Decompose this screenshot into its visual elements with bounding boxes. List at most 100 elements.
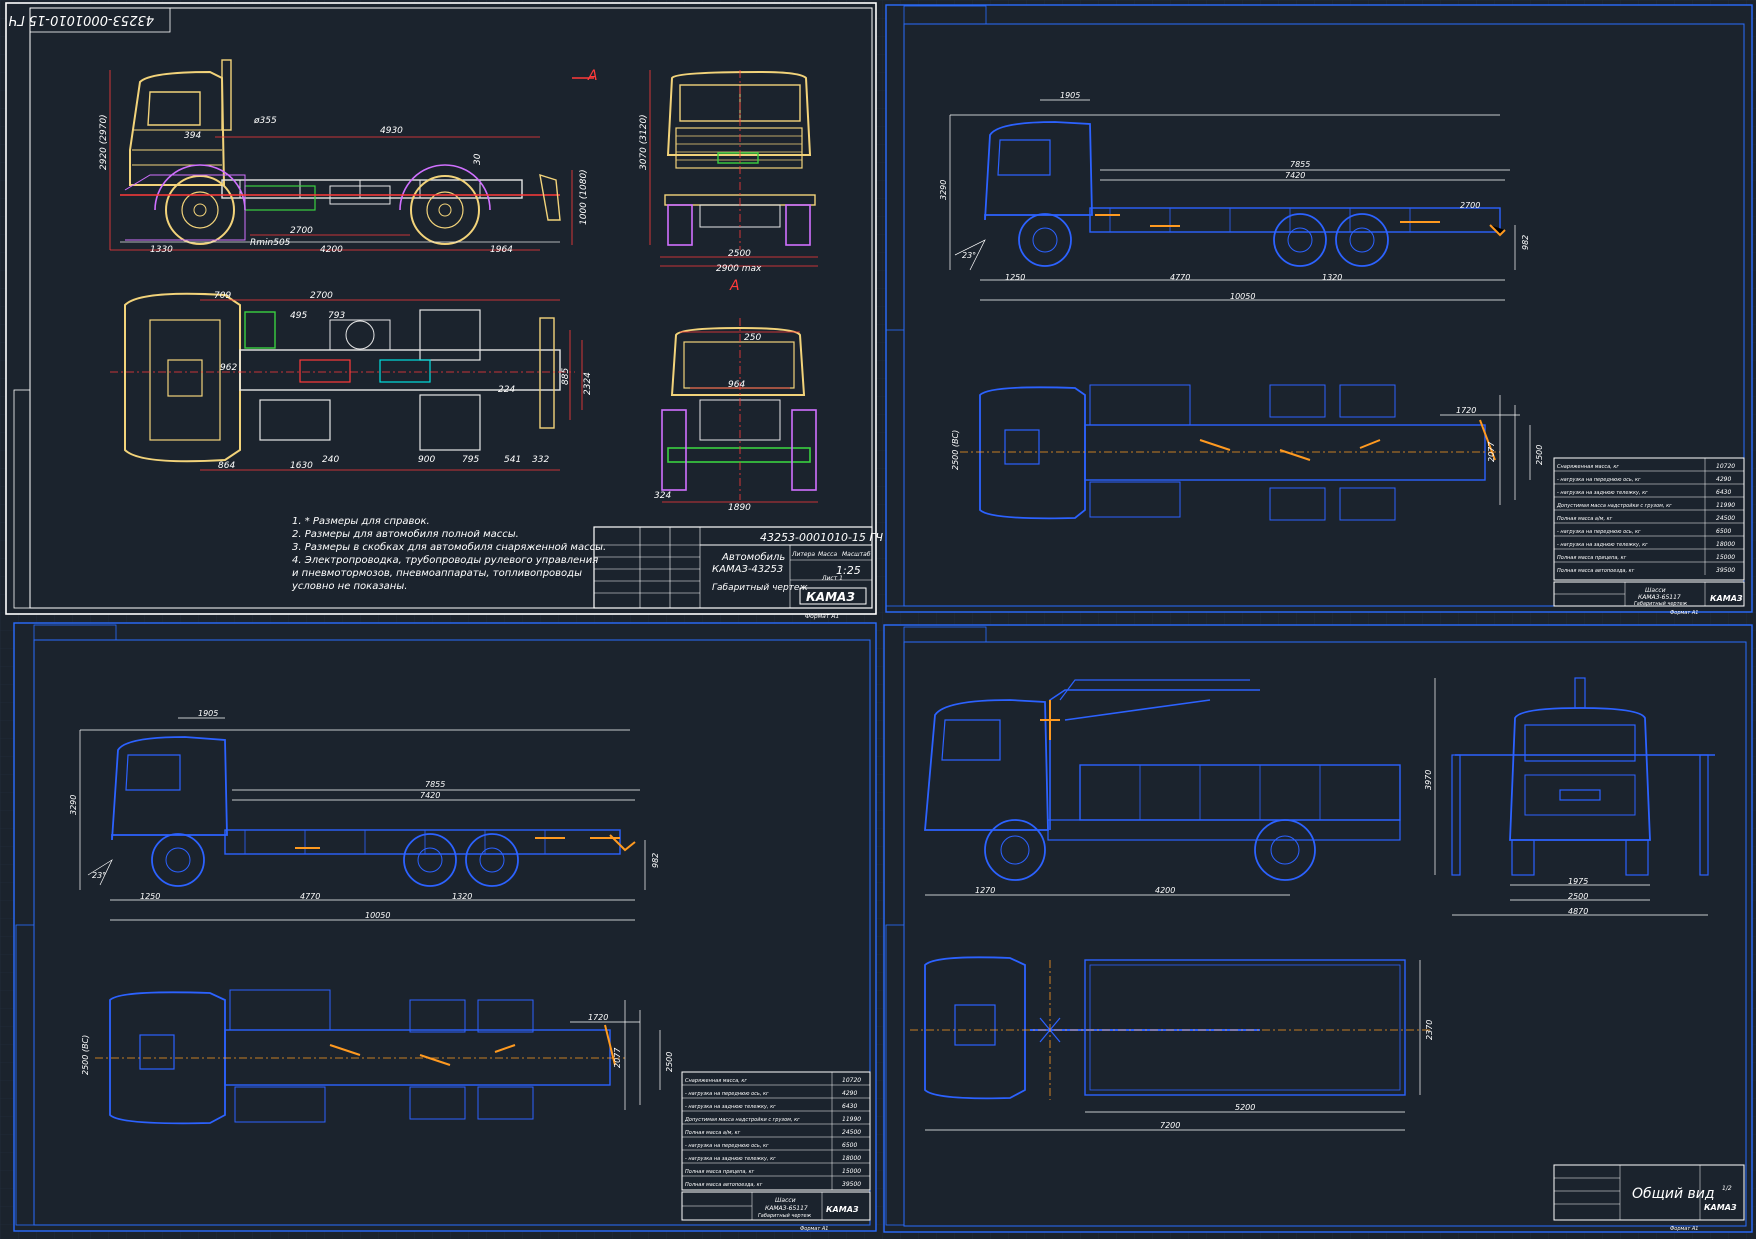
dim-394: 394 — [184, 131, 201, 141]
s2-spec-val-3: 11990 — [1716, 502, 1735, 509]
title-block-sheet: Лист 1 — [821, 575, 843, 582]
s2-spec-val-8: 39500 — [1716, 567, 1735, 574]
s2-dim-1250: 1250 — [1005, 273, 1025, 282]
s2-spec-val-6: 18000 — [1716, 541, 1735, 548]
s3-spec-val-7: 15000 — [842, 1168, 861, 1175]
dim-30: 30 — [473, 153, 483, 165]
s2-dim-4770: 4770 — [1170, 273, 1190, 282]
sheet-1[interactable]: 43253-0001010-15 ГЧ 1330 4200 1964 4930 … — [5, 2, 884, 620]
dim-709: 709 — [214, 291, 231, 301]
s2-tb-name: Шасси — [1645, 587, 1666, 594]
dim-250: 250 — [744, 333, 761, 343]
s2-spec-row-7: Полная масса прицепа, кг — [1557, 555, 1627, 561]
sheet-3-border — [13, 622, 877, 1232]
dim-793: 793 — [328, 311, 345, 321]
s3-spec-row-0: Снаряженная масса, кг — [685, 1078, 747, 1084]
note-4: 4. Электропроводка, трубопроводы рулевог… — [292, 554, 598, 566]
s4-tb-name: Общий вид — [1632, 1186, 1715, 1202]
s4-dim-4870: 4870 — [1568, 907, 1588, 916]
s3-spec-row-5: - нагрузка на переднюю ось, кг — [685, 1143, 769, 1149]
s4-tb-sheet-no: 1/2 — [1722, 1185, 1732, 1192]
sheet-4-border — [883, 624, 1753, 1233]
dim-1000: 1000 (1080) — [579, 169, 589, 225]
dim-2920: 2920 (2970) — [99, 114, 109, 170]
s4-dim-7200: 7200 — [1160, 1121, 1180, 1130]
sheet-2[interactable]: 1905 3290 7855 7420 1250 4770 1320 10050… — [885, 4, 1753, 616]
s2-dim-2077: 2077 — [1487, 441, 1496, 462]
s3-kamaz-logo: КАМАЗ — [826, 1205, 859, 1214]
s2-spec-val-4: 24500 — [1716, 515, 1735, 522]
s2-spec-val-0: 10720 — [1716, 463, 1735, 470]
sheet-3[interactable]: 1905 3290 7855 7420 1250 4770 1320 10050… — [13, 622, 877, 1232]
title-block-col-mass: Масса — [818, 551, 837, 558]
dim-4200: 4200 — [320, 245, 343, 255]
s3-dim-4770: 4770 — [300, 892, 320, 901]
dim-d355: ø355 — [253, 116, 277, 126]
s3-dim-1905: 1905 — [198, 709, 218, 718]
title-block-name-3: Габаритный чертеж — [712, 583, 808, 593]
s2-spec-row-1: - нагрузка на переднюю ось, кг — [1557, 477, 1641, 483]
s2-dim-10050: 10050 — [1230, 292, 1255, 301]
dim-224: 224 — [498, 385, 515, 395]
s2-dim-1720: 1720 — [1456, 406, 1476, 415]
s2-dim-2500: 2500 — [1535, 445, 1544, 465]
dim-2324: 2324 — [583, 372, 593, 395]
s3-dim-10050: 10050 — [365, 911, 390, 920]
note-6: условно не показаны. — [291, 581, 407, 592]
s4-dim-3970: 3970 — [1424, 770, 1433, 790]
s4-dim-1270: 1270 — [975, 886, 995, 895]
s2-kamaz-logo: КАМАЗ — [1710, 594, 1743, 603]
s2-spec-row-0: Снаряженная масса, кг — [1557, 464, 1619, 470]
s3-dim-2077: 2077 — [613, 1047, 622, 1068]
section-mark-top: А — [587, 68, 598, 84]
s3-spec-val-0: 10720 — [842, 1077, 861, 1084]
s2-tb-desc: Габаритный чертеж — [1634, 601, 1688, 607]
s2-spec-val-5: 6500 — [1716, 528, 1731, 535]
dim-332: 332 — [532, 455, 549, 465]
note-3: 3. Размеры в скобках для автомобиля снар… — [292, 541, 606, 553]
s2-spec-row-3: Допустимая масса надстройки с грузом, кг — [1556, 503, 1672, 509]
dim-rmin505: Rmin505 — [250, 238, 291, 248]
dim-885: 885 — [561, 368, 571, 385]
note-1: 1. * Размеры для справок. — [292, 516, 430, 527]
s3-spec-val-2: 6430 — [842, 1103, 857, 1110]
s2-dim-23deg: 23° — [962, 251, 976, 260]
s2-tb-subname: КАМАЗ-65117 — [1638, 594, 1681, 601]
s4-dim-4200: 4200 — [1155, 886, 1175, 895]
s3-spec-val-5: 6500 — [842, 1142, 857, 1149]
dim-2700-top: 2700 — [310, 291, 333, 301]
s2-dim-2500vs: 2500 (ВС) — [951, 430, 960, 470]
s3-dim-23deg: 23° — [92, 871, 106, 880]
s2-spec-row-5: - нагрузка на переднюю ось, кг — [1557, 529, 1641, 535]
dim-962: 962 — [220, 363, 237, 373]
sheet-4[interactable]: 1270 4200 3970 1975 2500 4870 5200 7200 … — [883, 624, 1753, 1233]
dim-541: 541 — [504, 455, 521, 465]
dim-900: 900 — [418, 455, 435, 465]
s2-dim-1905: 1905 — [1060, 91, 1080, 100]
sheet-1-top-stamp-text: 43253-0001010-15 ГЧ — [8, 12, 154, 27]
s4-kamaz-logo: КАМАЗ — [1704, 1203, 1737, 1212]
s2-spec-val-2: 6430 — [1716, 489, 1731, 496]
dim-2500: 2500 — [728, 249, 751, 259]
dim-1890: 1890 — [728, 503, 751, 513]
dim-240: 240 — [322, 455, 339, 465]
dim-2700: 2700 — [290, 226, 313, 236]
s2-dim-7855: 7855 — [1290, 160, 1310, 169]
section-mark-bottom: А — [729, 278, 740, 294]
cad-drawing-canvas: 43253-0001010-15 ГЧ 1330 4200 1964 4930 … — [0, 0, 1756, 1239]
s3-spec-row-1: - нагрузка на переднюю ось, кг — [685, 1091, 769, 1097]
s3-spec-row-6: - нагрузка на заднюю тележку, кг — [685, 1156, 776, 1162]
kamaz-logo: КАМАЗ — [806, 590, 855, 604]
s4-dim-1975: 1975 — [1568, 877, 1588, 886]
note-5: и пневмотормозов, пневмоаппараты, топлив… — [292, 568, 582, 579]
title-block-col-scale: Масштаб — [842, 551, 871, 558]
s3-dim-1250: 1250 — [140, 892, 160, 901]
s3-dim-2500: 2500 — [665, 1052, 674, 1072]
dim-1964: 1964 — [490, 245, 513, 255]
s2-dim-982: 982 — [1521, 235, 1530, 250]
dim-1330: 1330 — [150, 245, 173, 255]
s3-dim-3290: 3290 — [69, 795, 78, 815]
sheet-4-format: Формат А1 — [1670, 1226, 1698, 1232]
s3-spec-row-4: Полная масса а/м, кг — [685, 1130, 741, 1136]
s3-spec-val-8: 39500 — [842, 1181, 861, 1188]
